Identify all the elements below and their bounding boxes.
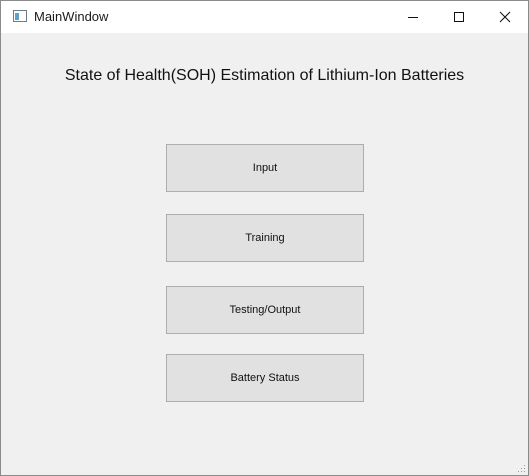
- resize-grip-icon[interactable]: [516, 463, 526, 473]
- app-window-icon[interactable]: [13, 10, 27, 22]
- main-window: MainWindow State of Health(SOH) Estimati…: [0, 0, 529, 476]
- minimize-icon: [408, 17, 418, 18]
- input-button[interactable]: Input: [166, 144, 364, 192]
- title-bar[interactable]: MainWindow: [1, 1, 528, 33]
- window-title: MainWindow: [34, 9, 109, 24]
- close-icon: [499, 11, 511, 23]
- close-button[interactable]: [482, 1, 528, 33]
- maximize-icon: [454, 12, 464, 22]
- training-button[interactable]: Training: [166, 214, 364, 262]
- maximize-button[interactable]: [436, 1, 482, 33]
- page-heading: State of Health(SOH) Estimation of Lithi…: [64, 67, 465, 84]
- minimize-button[interactable]: [390, 1, 436, 33]
- testing-output-button[interactable]: Testing/Output: [166, 286, 364, 334]
- battery-status-button[interactable]: Battery Status: [166, 354, 364, 402]
